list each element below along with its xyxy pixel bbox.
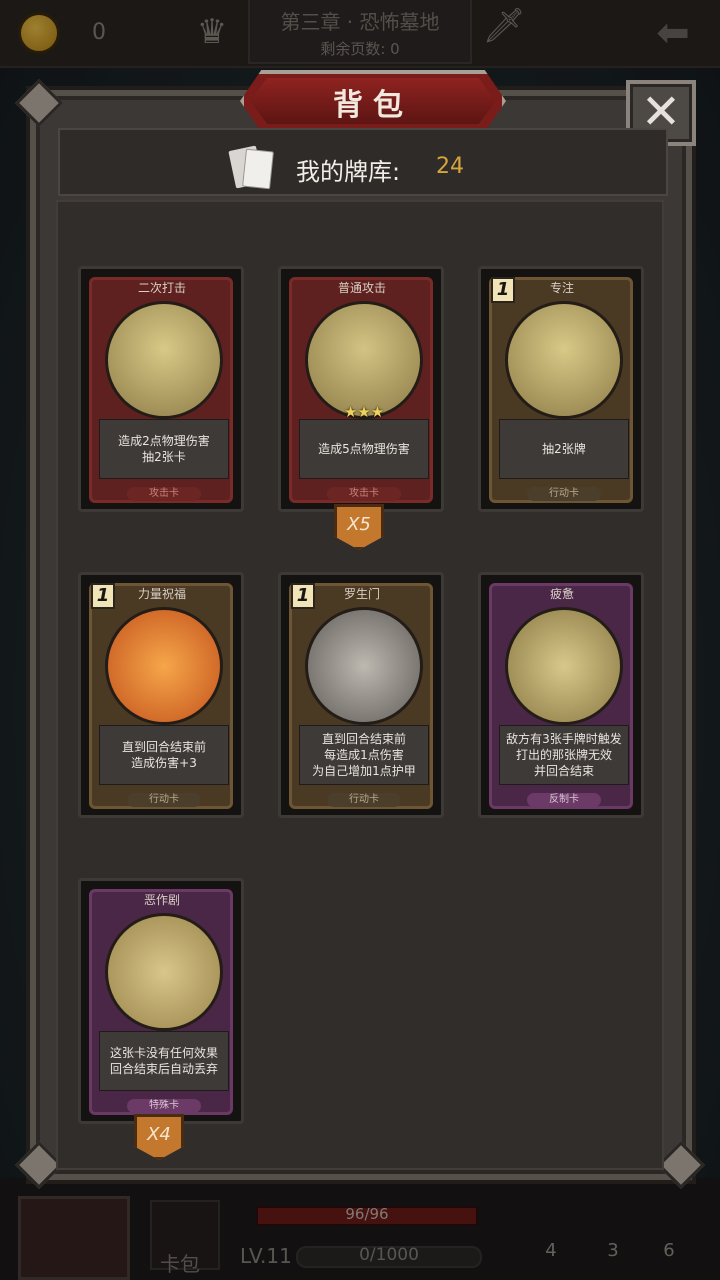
card-exhaustion[interactable]: 疲惫 敌方有3张手牌时触发 打出的那张牌无效 并回合结束 反制卡 <box>478 572 644 818</box>
card-art-girl <box>105 301 223 419</box>
card-name: 恶作剧 <box>143 893 180 907</box>
card-focus[interactable]: 1 专注 抽2张牌 行动卡 <box>478 266 644 512</box>
card-rashomon[interactable]: 1 罗生门 直到回合结束前 每造成1点伤害 为自己增加1点护甲 行动卡 <box>278 572 444 818</box>
deck-label: 我的牌库: <box>296 158 401 186</box>
game-screen: 0 ♛ 第三章 · 恐怖墓地 剩余页数: 0 🗡 ⬅ 卡包 96/96 LV.1… <box>0 0 720 1280</box>
card-desc: 直到回合结束前 造成伤害+3 <box>99 725 229 785</box>
deck-count: 24 <box>436 154 464 179</box>
card-name: 疲惫 <box>549 587 574 601</box>
card-type: 行动卡 <box>127 793 201 807</box>
cards-icon <box>228 144 276 190</box>
card-name: 专注 <box>549 281 574 295</box>
card-art-sword <box>305 301 423 419</box>
card-prank[interactable]: 恶作剧 这张卡没有任何效果 回合结束后自动丢弃 特殊卡 <box>78 878 244 1124</box>
card-art-wizard <box>505 301 623 419</box>
card-desc: 敌方有3张手牌时触发 打出的那张牌无效 并回合结束 <box>499 725 629 785</box>
card-double-strike[interactable]: 二次打击 造成2点物理伤害 抽2张卡 攻击卡 <box>78 266 244 512</box>
card-desc: 直到回合结束前 每造成1点伤害 为自己增加1点护甲 <box>299 725 429 785</box>
card-art-ogre <box>505 607 623 725</box>
card-type: 反制卡 <box>527 793 601 807</box>
card-name: 普通攻击 <box>337 281 386 295</box>
card-power-blessing[interactable]: 1 力量祝福 直到回合结束前 造成伤害+3 行动卡 <box>78 572 244 818</box>
card-art-scarecrow <box>105 913 223 1031</box>
card-name: 力量祝福 <box>137 587 186 601</box>
card-art-gate <box>305 607 423 725</box>
card-desc: 造成2点物理伤害 抽2张卡 <box>99 419 229 479</box>
card-type: 特殊卡 <box>127 1099 201 1113</box>
card-type: 行动卡 <box>527 487 601 501</box>
panel-title: 背包 <box>333 88 413 123</box>
card-desc: 造成5点物理伤害 <box>299 419 429 479</box>
card-desc: 这张卡没有任何效果 回合结束后自动丢弃 <box>99 1031 229 1091</box>
card-normal-attack[interactable]: 普通攻击 ★★★ 造成5点物理伤害 攻击卡 <box>278 266 444 512</box>
card-type: 攻击卡 <box>327 487 401 501</box>
card-type: 行动卡 <box>327 793 401 807</box>
card-name: 二次打击 <box>137 281 186 295</box>
card-name: 罗生门 <box>343 587 380 601</box>
card-desc: 抽2张牌 <box>499 419 629 479</box>
card-art-fist <box>105 607 223 725</box>
card-type: 攻击卡 <box>127 487 201 501</box>
